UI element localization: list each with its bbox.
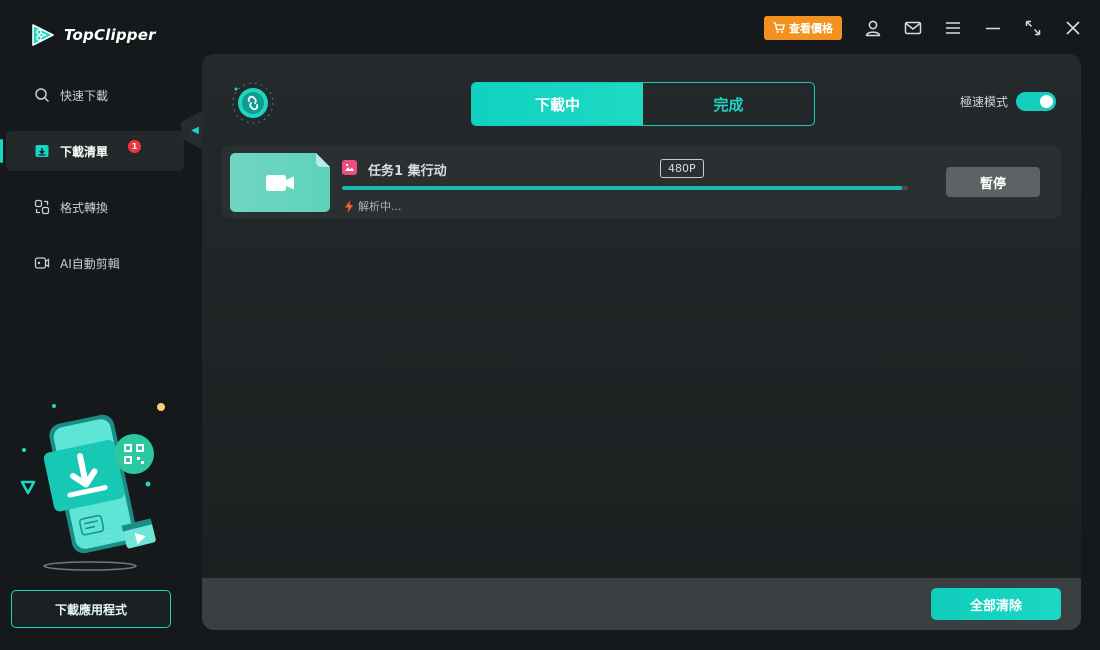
user-icon: [865, 20, 881, 37]
close-icon: [1066, 21, 1080, 35]
close-button[interactable]: [1064, 19, 1082, 37]
app-logo: TopClipper: [30, 22, 156, 48]
sidebar-item-format-convert[interactable]: 格式轉換: [6, 187, 184, 227]
sidebar-item-label: AI自動剪輯: [60, 256, 120, 271]
download-progress-fill: [342, 186, 903, 190]
resize-icon: [1025, 20, 1041, 36]
sidebar-item-label: 格式轉換: [60, 200, 109, 215]
download-phone-illustration: [20, 403, 165, 571]
search-icon: [35, 88, 50, 103]
app-name: TopClipper: [64, 26, 156, 44]
menu-button[interactable]: [944, 19, 962, 37]
clear-all-button[interactable]: 全部清除: [931, 588, 1061, 620]
view-price-label: 查看價格: [789, 22, 833, 35]
messages-button[interactable]: [904, 19, 922, 37]
sidebar-item-download-list[interactable]: 下載清單 1: [0, 131, 184, 171]
minimize-button[interactable]: [984, 19, 1002, 37]
notification-badge: 1: [128, 140, 141, 153]
convert-icon: [34, 199, 50, 215]
tab-downloading[interactable]: 下載中: [472, 83, 643, 125]
tab-completed[interactable]: 完成: [643, 83, 814, 125]
speed-mode-label: 極速模式: [959, 95, 1008, 109]
link-icon: [232, 82, 274, 124]
chevron-left-icon: ◀: [191, 124, 199, 136]
download-task-item: 任务1 集行动 480P 解析中... 暫停: [222, 146, 1061, 218]
panel-footer: 全部清除: [202, 578, 1081, 630]
cart-icon: [773, 22, 785, 33]
menu-icon: [946, 22, 960, 34]
sidebar-item-ai-edit[interactable]: AI自動剪輯: [6, 243, 184, 283]
download-progress-bar: [342, 186, 908, 190]
task-status-text: 解析中...: [358, 200, 402, 213]
speed-mode: 極速模式: [960, 92, 1056, 111]
pause-button[interactable]: 暫停: [946, 167, 1040, 197]
speed-mode-toggle[interactable]: [1016, 92, 1056, 111]
download-list-panel: 下載中 完成 極速模式 任务1 集行动 480P 解析中... 暫停 全部清除: [202, 54, 1081, 630]
sidebar: 快速下載 下載清單 1 格式轉換 AI自動剪輯: [0, 75, 190, 299]
account-button[interactable]: [864, 19, 882, 37]
resolution-badge: 480P: [660, 159, 704, 178]
sidebar-item-quick-download[interactable]: 快速下載: [6, 75, 184, 115]
image-icon: [342, 160, 357, 175]
topclipper-logo-icon: [32, 24, 54, 46]
download-list-icon: [35, 145, 49, 157]
video-file-thumbnail: [230, 153, 330, 212]
window-controls: 查看價格: [764, 14, 1082, 42]
mail-icon: [904, 21, 922, 35]
sidebar-item-label: 下載清單: [60, 144, 109, 159]
lightning-icon: [345, 199, 353, 213]
view-price-button[interactable]: 查看價格: [764, 16, 842, 40]
ai-edit-icon: [34, 257, 50, 269]
task-status: 解析中...: [344, 198, 402, 214]
sidebar-item-label: 快速下載: [60, 88, 109, 103]
task-title: 任务1 集行动: [368, 164, 447, 179]
maximize-button[interactable]: [1024, 19, 1042, 37]
download-app-button[interactable]: 下載應用程式: [11, 590, 171, 628]
minimize-icon: [986, 27, 1000, 30]
download-status-tabs: 下載中 完成: [471, 82, 815, 126]
